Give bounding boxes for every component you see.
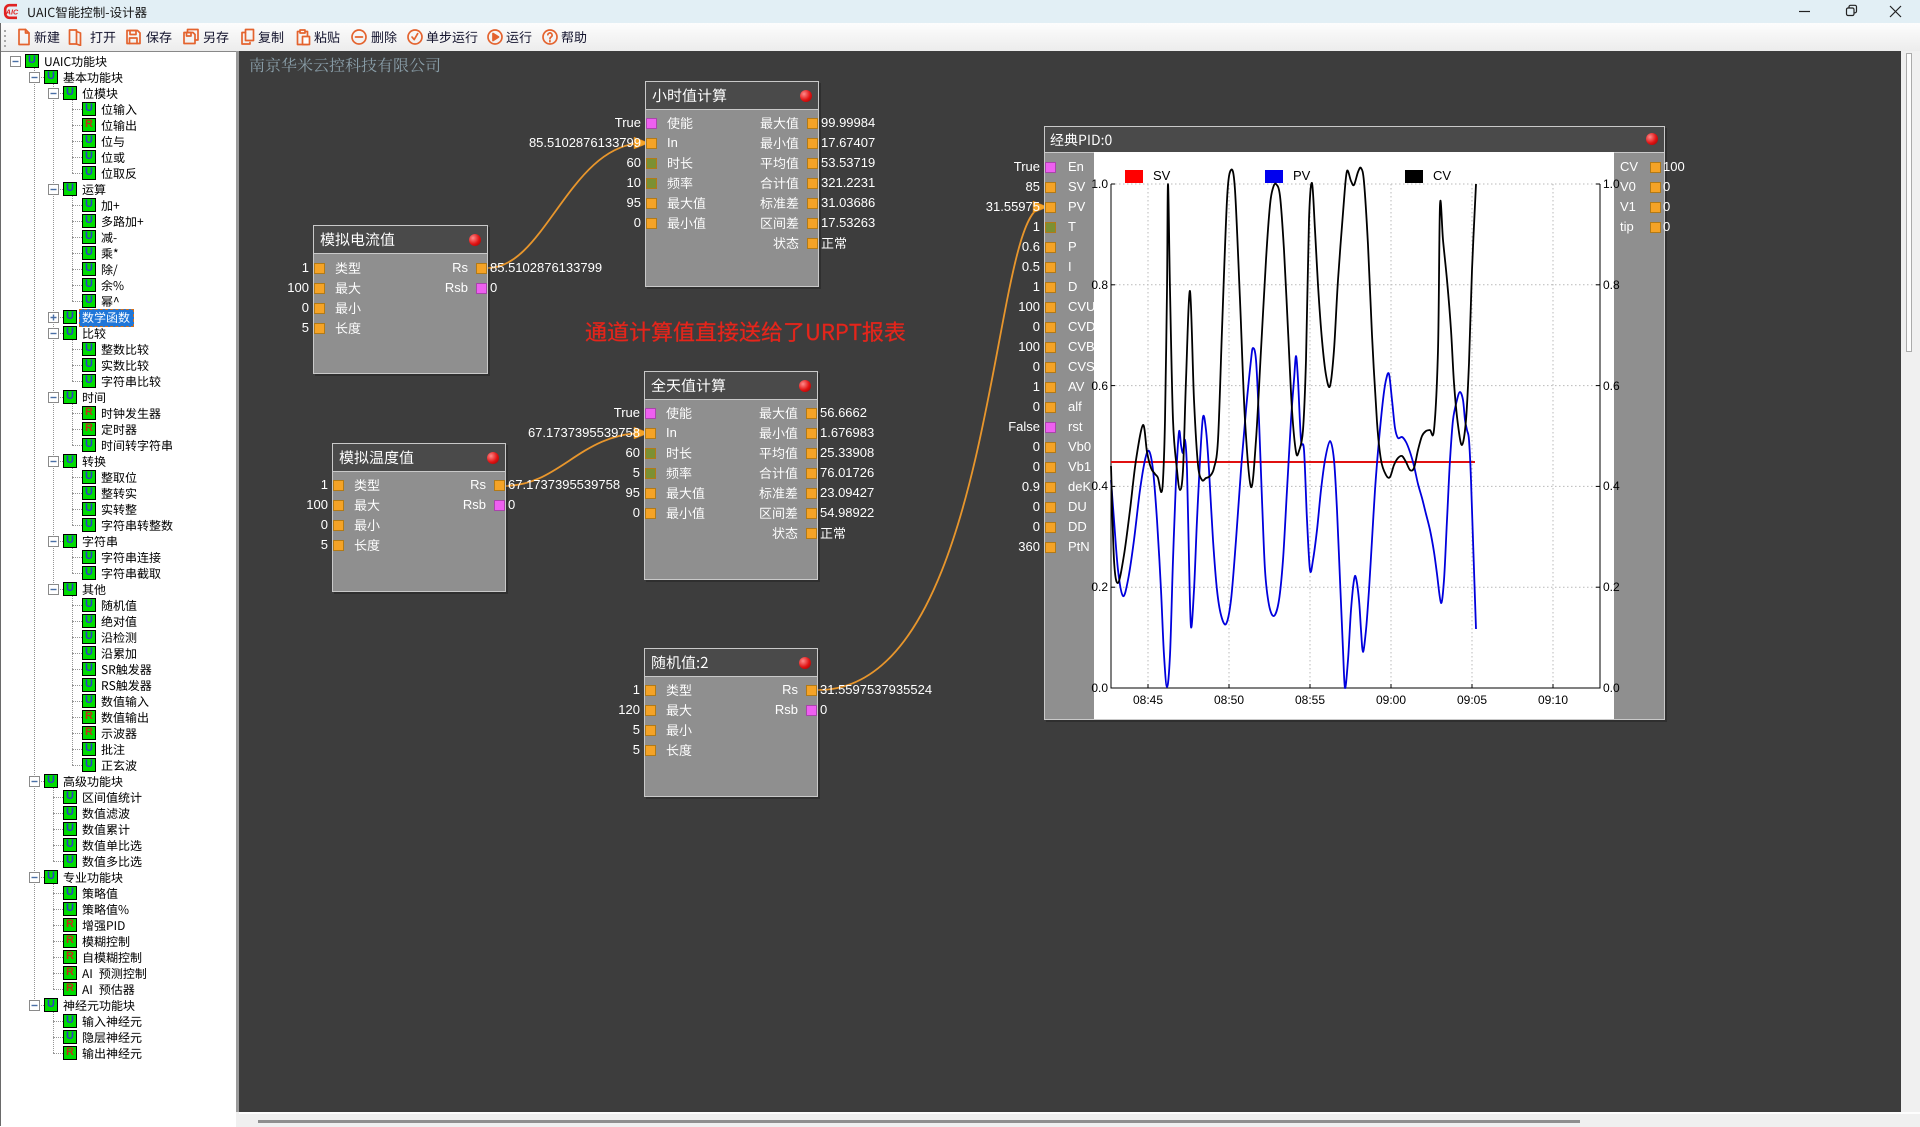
svg-text:AIC: AIC	[5, 7, 19, 16]
